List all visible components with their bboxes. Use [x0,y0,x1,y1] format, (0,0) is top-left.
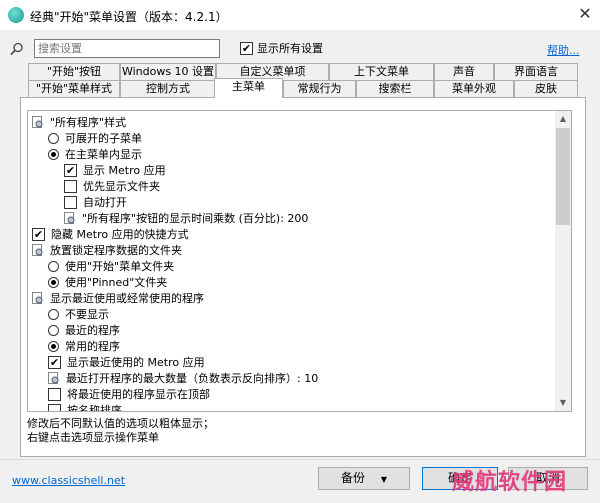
tab-menu-style[interactable]: "开始"菜单样式 [28,80,120,97]
settings-group-icon [32,292,43,304]
radio-icon [48,132,59,144]
window-title: 经典"开始"菜单设置（版本：4.2.1） [30,10,228,24]
website-link[interactable]: www.classicshell.net [12,474,125,487]
search-icon [10,42,23,56]
dropdown-arrow-icon: ▼ [380,475,387,484]
tree-label: 优先显示文件夹 [83,180,160,193]
setting-row[interactable]: "所有程序"按钮的显示时间乘数 (百分比): 200 [64,210,308,226]
tree-label: 在主菜单内显示 [65,148,142,161]
tree-label: 放置锁定程序数据的文件夹 [50,244,182,257]
checkbox-row[interactable]: 优先显示文件夹 [64,178,160,194]
tree-label: "所有程序"按钮的显示时间乘数 (百分比): 200 [82,212,309,225]
radio-row[interactable]: 不要显示 [48,306,109,322]
tree-label: 使用"开始"菜单文件夹 [65,260,175,273]
setting-value-icon [48,372,59,384]
checkbox-icon [64,179,77,193]
tab-context-menu[interactable]: 上下文菜单 [329,63,434,80]
tree-label: 常用的程序 [65,340,120,353]
tab-start-button[interactable]: "开始"按钮 [28,63,120,80]
footer-divider [0,459,600,460]
tab-main-menu[interactable]: 主菜单 [214,78,283,98]
scroll-up-arrow-icon[interactable]: ▲ [555,111,571,127]
setting-row[interactable]: 最近打开程序的最大数量（负数表示反向排序）: 10 [48,370,318,386]
tab-controls[interactable]: 控制方式 [120,80,216,97]
tab-sounds[interactable]: 声音 [434,63,494,80]
scroll-down-arrow-icon[interactable]: ▼ [555,395,571,411]
app-shell-icon [8,7,24,23]
tree-label: "所有程序"样式 [50,116,127,129]
tree-label: 自动打开 [83,196,127,209]
tree-label: 使用"Pinned"文件夹 [65,276,168,289]
checkmark-icon: ✔ [32,227,45,241]
radio-selected-icon [48,148,59,160]
help-link[interactable]: 帮助... [547,42,580,58]
checkbox-icon [48,387,61,401]
checkmark-icon: ✔ [240,41,253,55]
tab-search-box[interactable]: 搜索栏 [356,80,434,97]
checkbox-row[interactable]: ✔ 显示最近使用的 Metro 应用 [48,354,205,370]
close-icon[interactable]: ✕ [574,4,596,24]
tree-label: 将最近使用的程序显示在顶部 [67,388,210,401]
tab-menu-look[interactable]: 菜单外观 [434,80,514,97]
tree-label: 最近打开程序的最大数量（负数表示反向排序）: 10 [66,372,319,385]
radio-icon [48,324,59,336]
tab-general-behavior[interactable]: 常规行为 [283,80,356,97]
tree-label: 按名称排序 [67,404,122,412]
checkbox-row[interactable]: 按名称排序 [48,402,122,412]
tree-label: 可展开的子菜单 [65,132,142,145]
tree-label: 显示 Metro 应用 [83,164,166,177]
radio-selected-icon [48,340,59,352]
tree-label: 显示最近使用的 Metro 应用 [67,356,205,369]
checkmark-icon: ✔ [48,355,61,369]
backup-button-label: 备份 [341,471,366,485]
settings-group-icon [32,244,43,256]
checkbox-icon [64,195,77,209]
radio-row[interactable]: 最近的程序 [48,322,120,338]
settings-tree: "所有程序"样式 可展开的子菜单 在主菜单内显示 ✔ 显示 Metro 应用 优… [27,110,572,412]
group-row[interactable]: "所有程序"样式 [32,114,126,130]
tree-label: 显示最近使用或经常使用的程序 [50,292,204,305]
checkbox-row[interactable]: 自动打开 [64,194,127,210]
radio-row[interactable]: 使用"开始"菜单文件夹 [48,258,174,274]
tab-language[interactable]: 界面语言 [494,63,578,80]
radio-icon [48,308,59,320]
radio-row[interactable]: 使用"Pinned"文件夹 [48,274,167,290]
checkbox-row[interactable]: ✔ 隐藏 Metro 应用的快捷方式 [32,226,189,242]
right-click-hint-text: 右键点击选项显示操作菜单 [27,431,159,444]
tree-label: 最近的程序 [65,324,120,337]
scrollbar-thumb[interactable] [556,128,570,225]
tree-label: 隐藏 Metro 应用的快捷方式 [51,228,189,241]
group-row[interactable]: 显示最近使用或经常使用的程序 [32,290,204,306]
checkmark-icon: ✔ [64,163,77,177]
tree-scrollbar[interactable]: ▲ ▼ [555,111,571,411]
radio-selected-icon [48,276,59,288]
show-all-settings-checkbox[interactable]: ✔ 显示所有设置 [240,40,323,56]
settings-group-icon [32,116,43,128]
show-all-settings-label: 显示所有设置 [257,42,323,55]
bold-hint-text: 修改后不同默认值的选项以粗体显示； [27,417,214,430]
checkbox-row[interactable]: 将最近使用的程序显示在顶部 [48,386,210,402]
search-input[interactable] [34,39,220,58]
radio-row[interactable]: 可展开的子菜单 [48,130,142,146]
radio-row[interactable]: 常用的程序 [48,338,120,354]
radio-icon [48,260,59,272]
tree-label: 不要显示 [65,308,109,321]
backup-button[interactable]: 备份 ▼ [318,467,410,490]
tab-windows10-settings[interactable]: Windows 10 设置 [120,63,216,80]
setting-value-icon [64,212,75,224]
tab-skin[interactable]: 皮肤 [514,80,578,97]
title-bar: 经典"开始"菜单设置（版本：4.2.1） ✕ [0,0,600,30]
radio-row[interactable]: 在主菜单内显示 [48,146,142,162]
checkbox-row[interactable]: ✔ 显示 Metro 应用 [64,162,166,178]
watermark-logo: 威航软件园 [452,470,568,495]
group-row[interactable]: 放置锁定程序数据的文件夹 [32,242,182,258]
checkbox-icon [48,403,61,411]
